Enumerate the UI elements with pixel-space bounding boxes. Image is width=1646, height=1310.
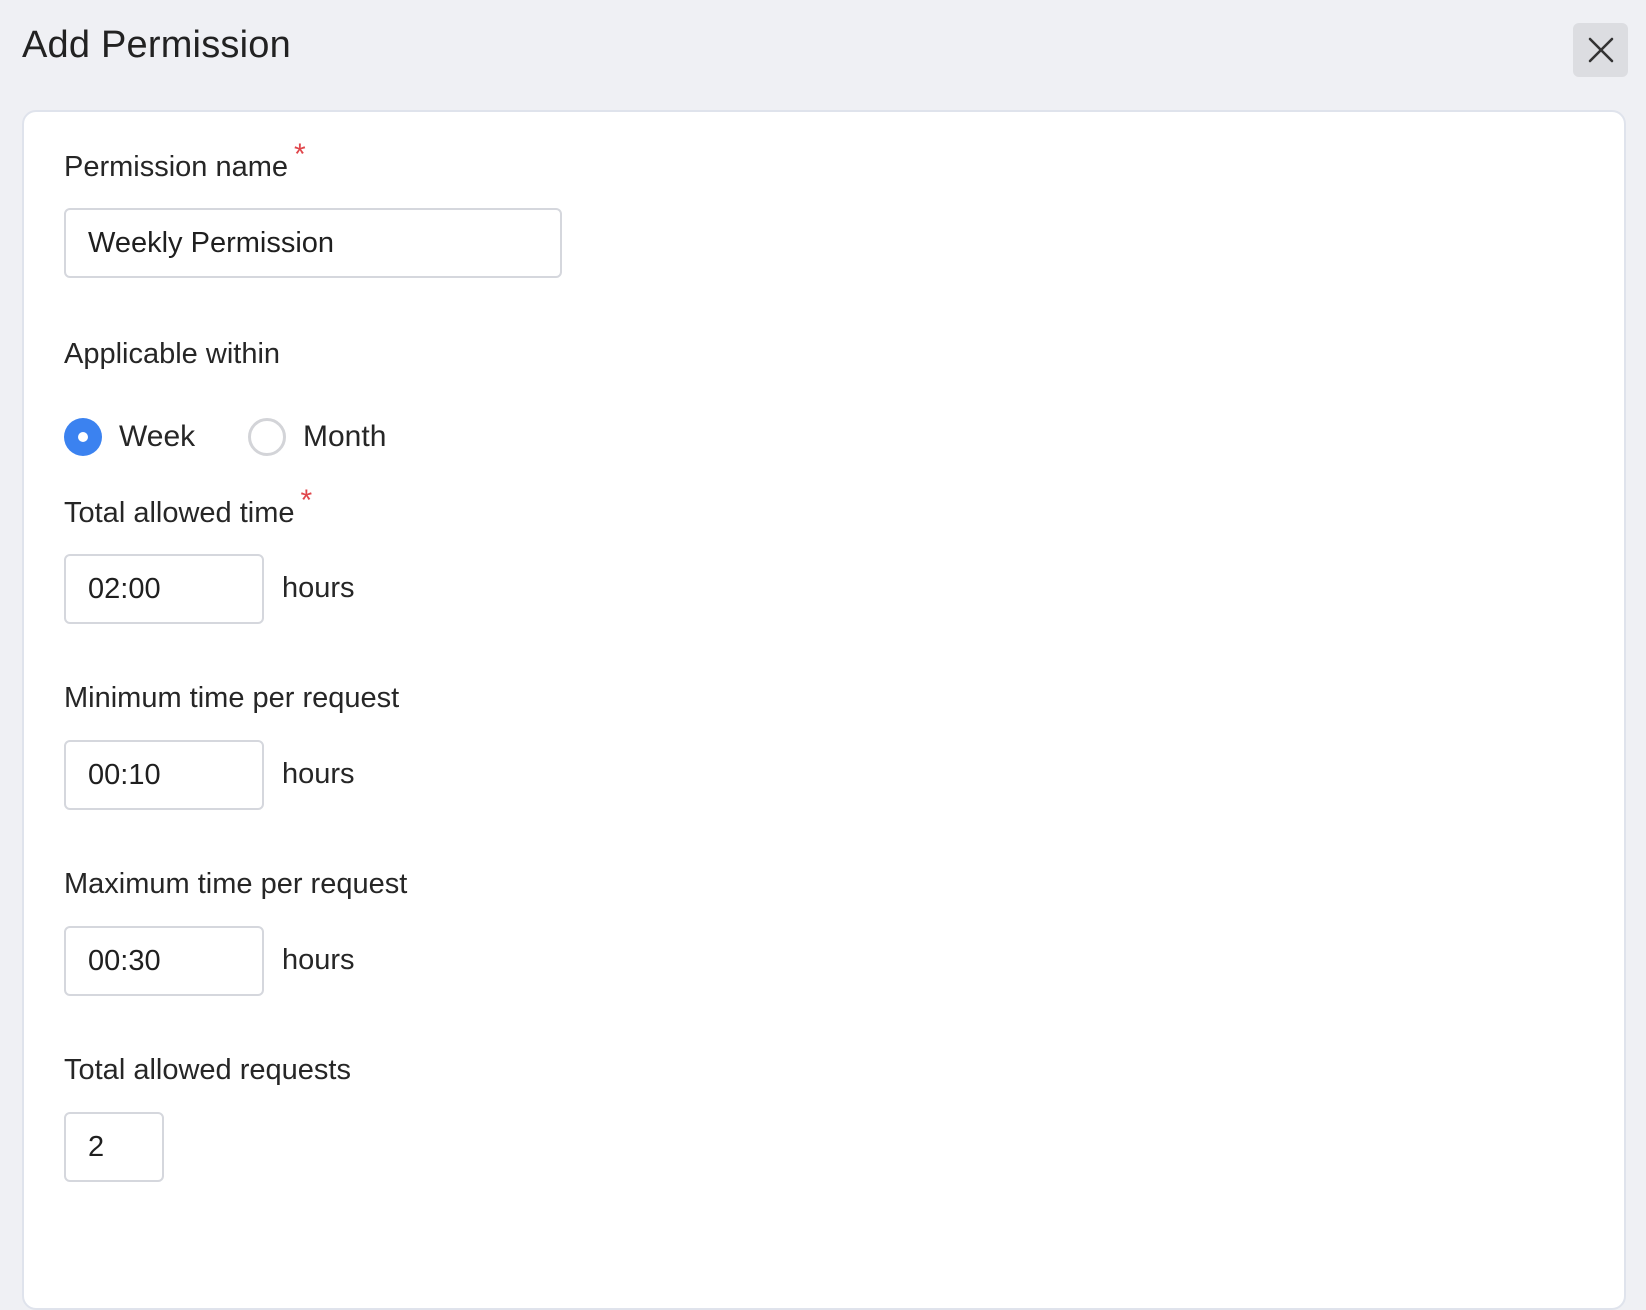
total-allowed-time-unit: hours xyxy=(282,572,355,604)
close-button[interactable] xyxy=(1573,23,1628,77)
minimum-time-unit: hours xyxy=(282,758,355,790)
radio-month[interactable]: Month xyxy=(248,417,386,457)
total-allowed-requests-input[interactable] xyxy=(64,1112,164,1182)
minimum-time-label: Minimum time per request xyxy=(64,682,400,714)
permission-name-label: Permission name * xyxy=(64,138,306,184)
total-allowed-requests-label: Total allowed requests xyxy=(64,1054,351,1086)
radio-week-label: Week xyxy=(119,420,196,453)
total-allowed-time-input[interactable] xyxy=(64,554,264,624)
total-allowed-time-label: Total allowed time * xyxy=(64,484,312,530)
radio-month-label: Month xyxy=(303,420,387,453)
maximum-time-unit: hours xyxy=(282,944,355,976)
dialog-header: Add Permission xyxy=(0,0,1646,106)
permission-name-label-text: Permission name xyxy=(64,151,289,183)
radio-checked-icon xyxy=(64,418,102,456)
radio-unchecked-icon xyxy=(248,418,286,456)
required-indicator: * xyxy=(294,138,306,171)
permission-form: Permission name* Applicable within Week … xyxy=(22,110,1626,1310)
applicable-within-label: Applicable within xyxy=(64,338,281,370)
close-icon xyxy=(1588,37,1613,63)
maximum-time-label: Maximum time per request xyxy=(64,868,408,900)
permission-name-input[interactable] xyxy=(64,208,562,278)
total-allowed-time-label-text: Total allowed time xyxy=(64,497,295,529)
dialog-title: Add Permission xyxy=(22,24,291,66)
radio-week[interactable]: Week xyxy=(64,417,195,457)
minimum-time-input[interactable] xyxy=(64,740,264,810)
maximum-time-input[interactable] xyxy=(64,926,264,996)
required-indicator: * xyxy=(300,484,313,517)
